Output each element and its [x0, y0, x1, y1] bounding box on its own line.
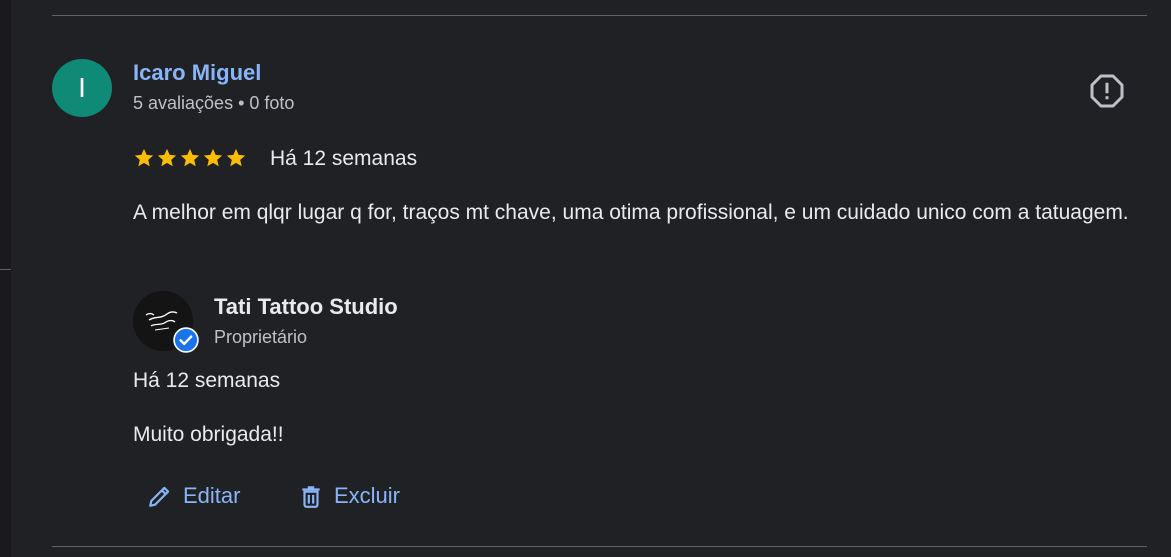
delete-button[interactable]: Excluir [298, 477, 400, 515]
star-icon [157, 148, 177, 167]
panel-edge-divider [0, 269, 11, 270]
report-icon [1090, 74, 1124, 108]
star-icon [180, 148, 200, 167]
avatar-initial: I [78, 72, 86, 103]
reviewer-meta: 5 avaliações • 0 foto [133, 93, 295, 113]
background-panel-edge [0, 0, 11, 557]
reply-date: Há 12 semanas [133, 369, 281, 392]
star-rating [133, 147, 247, 169]
bottom-divider [52, 546, 1147, 547]
star-icon [203, 148, 223, 167]
trash-icon [302, 486, 320, 508]
verified-badge-icon [173, 327, 199, 353]
delete-label: Excluir [334, 483, 401, 508]
owner-name: Tati Tattoo Studio [214, 294, 398, 319]
review-text: A melhor em qlqr lugar q for, traços mt … [133, 201, 1129, 224]
reply-text: Muito obrigada!! [133, 423, 284, 446]
review-date: Há 12 semanas [270, 147, 418, 170]
pencil-icon [149, 486, 170, 507]
edit-label: Editar [183, 483, 241, 508]
report-button[interactable] [1089, 73, 1125, 109]
star-icon [226, 148, 246, 167]
star-icon [134, 148, 154, 167]
reviewer-avatar[interactable]: I [52, 59, 112, 117]
edit-button[interactable]: Editar [147, 477, 240, 515]
owner-avatar [133, 291, 199, 353]
owner-role: Proprietário [214, 327, 308, 347]
top-divider [52, 15, 1147, 16]
reviewer-name[interactable]: Icaro Miguel [133, 60, 261, 86]
